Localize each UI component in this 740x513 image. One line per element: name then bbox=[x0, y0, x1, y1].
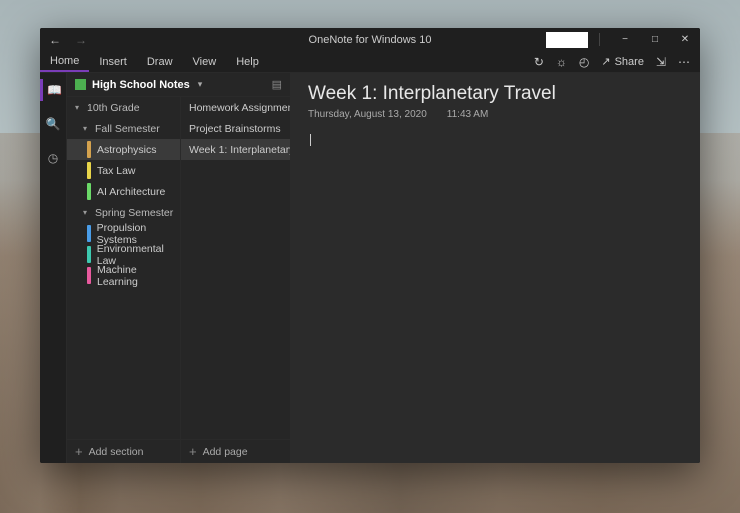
section-subgroup[interactable]: ▾Spring Semester bbox=[67, 202, 180, 223]
app-title: OneNote for Windows 10 bbox=[40, 34, 700, 46]
app-window: ← → OneNote for Windows 10 − □ ✕ HomeIns… bbox=[40, 28, 700, 463]
section-group[interactable]: ▾10th Grade bbox=[67, 97, 180, 118]
sections-panel: ▾10th Grade▾Fall Semester Astrophysics Tax… bbox=[67, 97, 181, 463]
section-color-bar bbox=[87, 267, 91, 284]
fullscreen-icon[interactable]: ⇲ bbox=[656, 55, 666, 69]
immersive-reader-icon[interactable]: ▤ bbox=[272, 78, 282, 91]
editor-canvas[interactable]: Week 1: Interplanetary Travel Thursday, … bbox=[290, 73, 700, 463]
forward-button[interactable]: → bbox=[74, 33, 88, 47]
close-button[interactable]: ✕ bbox=[670, 28, 700, 51]
menu-help[interactable]: Help bbox=[226, 51, 269, 72]
section-item[interactable]: Environmental Law bbox=[67, 244, 180, 265]
section-label: Machine Learning bbox=[97, 264, 180, 288]
page-time[interactable]: 11:43 AM bbox=[447, 109, 489, 120]
section-color-bar bbox=[87, 141, 91, 158]
section-item[interactable]: Propulsion Systems bbox=[67, 223, 180, 244]
menu-home[interactable]: Home bbox=[40, 51, 89, 72]
rail-recent[interactable]: ◷ bbox=[40, 147, 67, 169]
page-item[interactable]: Homework Assignments bbox=[181, 97, 290, 118]
share-icon: ↗ bbox=[601, 55, 610, 68]
section-color-bar bbox=[87, 246, 91, 263]
section-color-bar bbox=[87, 162, 91, 179]
section-label: Astrophysics bbox=[97, 144, 157, 156]
section-label: Tax Law bbox=[97, 165, 136, 177]
section-subgroup[interactable]: ▾Fall Semester bbox=[67, 118, 180, 139]
menu-draw[interactable]: Draw bbox=[137, 51, 183, 72]
more-icon[interactable]: ⋯ bbox=[678, 55, 690, 69]
section-color-bar bbox=[87, 183, 91, 200]
page-item[interactable]: Project Brainstorms bbox=[181, 118, 290, 139]
notebook-header[interactable]: High School Notes ▾ ▤ bbox=[67, 73, 290, 97]
section-item[interactable]: AI Architecture bbox=[67, 181, 180, 202]
chevron-down-icon: ▾ bbox=[83, 124, 93, 133]
back-button[interactable]: ← bbox=[48, 33, 62, 47]
plus-icon: + bbox=[189, 444, 197, 459]
section-item[interactable]: Tax Law bbox=[67, 160, 180, 181]
notebook-color-icon bbox=[75, 79, 86, 90]
chevron-down-icon: ▾ bbox=[198, 79, 203, 90]
page-item[interactable]: Week 1: Interplanetary... bbox=[181, 139, 290, 160]
section-label: AI Architecture bbox=[97, 186, 165, 198]
menu-view[interactable]: View bbox=[183, 51, 227, 72]
add-page-button[interactable]: + Add page bbox=[181, 439, 290, 463]
maximize-button[interactable]: □ bbox=[640, 28, 670, 51]
plus-icon: + bbox=[75, 444, 83, 459]
page-date[interactable]: Thursday, August 13, 2020 bbox=[308, 109, 427, 120]
left-rail: 📖 🔍 ◷ bbox=[40, 73, 67, 463]
rail-notebooks[interactable]: 📖 bbox=[40, 79, 67, 101]
bulb-icon[interactable]: ☼ bbox=[556, 55, 567, 69]
menubar: HomeInsertDrawViewHelp ↻ ☼ ◴ ↗ Share ⇲ ⋯ bbox=[40, 51, 700, 73]
sync-icon[interactable]: ↻ bbox=[534, 55, 544, 69]
minimize-button[interactable]: − bbox=[610, 28, 640, 51]
titlebar: ← → OneNote for Windows 10 − □ ✕ bbox=[40, 28, 700, 51]
text-cursor bbox=[310, 134, 311, 146]
page-title[interactable]: Week 1: Interplanetary Travel bbox=[308, 83, 682, 105]
menu-insert[interactable]: Insert bbox=[89, 51, 137, 72]
pages-panel: Homework AssignmentsProject BrainstormsW… bbox=[181, 97, 290, 463]
chevron-down-icon: ▾ bbox=[83, 208, 93, 217]
chevron-down-icon: ▾ bbox=[75, 103, 85, 112]
rail-search[interactable]: 🔍 bbox=[40, 113, 67, 135]
add-section-button[interactable]: + Add section bbox=[67, 439, 180, 463]
section-item[interactable]: Machine Learning bbox=[67, 265, 180, 286]
search-input[interactable] bbox=[546, 32, 588, 48]
share-button[interactable]: ↗ Share bbox=[601, 55, 644, 68]
bell-icon[interactable]: ◴ bbox=[579, 55, 589, 69]
section-color-bar bbox=[87, 225, 91, 242]
section-item[interactable]: Astrophysics bbox=[67, 139, 180, 160]
